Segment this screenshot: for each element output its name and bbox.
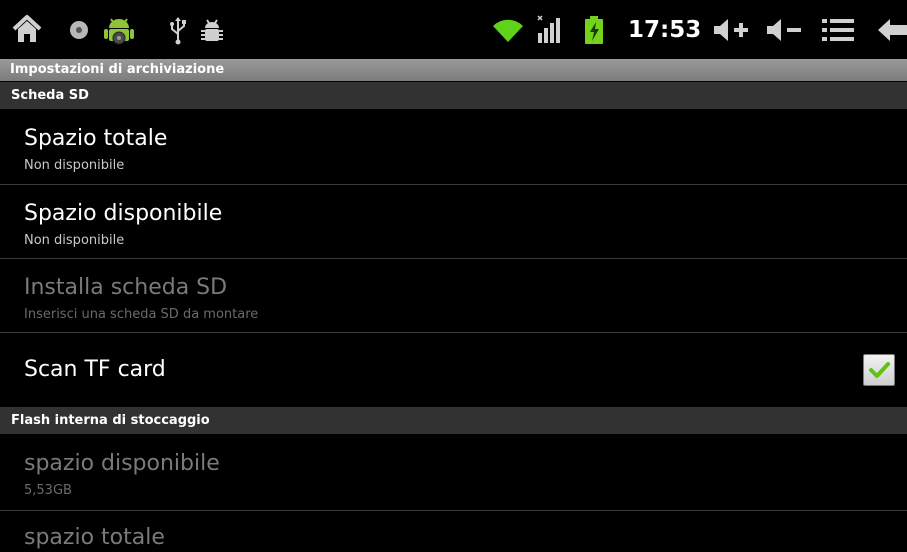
pref-item-title: Installa scheda SD [24,275,228,300]
volume-down-icon[interactable] [765,14,805,46]
home-icon[interactable] [10,14,44,46]
volume-up-icon[interactable] [712,14,752,46]
pref-item-summary: 5,53GB [24,483,72,498]
pref-item-summary: Inserisci una scheda SD da montare [24,307,259,322]
status-bar: 17:53 [0,0,907,59]
back-icon[interactable] [876,14,907,46]
pref-item-mount-sd[interactable]: Installa scheda SD Inserisci una scheda … [0,259,907,332]
wifi-icon [493,19,523,42]
menu-icon[interactable] [820,14,856,46]
storage-settings-screen: 17:53 Impostazioni di archiviazione Sche… [0,0,907,552]
scan-tf-card-checkbox[interactable] [863,354,895,386]
battery-charging-icon [585,16,603,44]
pref-item-available-space[interactable]: Spazio disponibile Non disponibile [0,185,907,258]
screen-title: Impostazioni di archiviazione [0,59,907,81]
pref-item-title: spazio disponibile [24,451,220,476]
category-header-sd: Scheda SD [0,82,907,109]
notification-dot-icon [70,21,88,39]
pref-item-flash-available[interactable]: spazio disponibile 5,53GB [0,435,907,510]
pref-item-summary: Non disponibile [24,158,125,173]
android-mascot-icon [104,18,134,45]
pref-item-scan-tf-card[interactable]: Scan TF card [0,333,907,407]
checkmark-icon [869,362,890,378]
category-header-flash: Flash interna di stoccaggio [0,407,907,434]
pref-item-flash-total[interactable]: spazio totale [0,511,907,552]
status-clock: 17:53 [628,17,702,43]
signal-icon [537,15,560,43]
pref-item-title: Scan TF card [24,357,166,382]
debug-bug-icon [201,19,223,41]
pref-item-title: Spazio disponibile [24,201,223,226]
pref-item-title: Spazio totale [24,126,168,151]
pref-item-total-space[interactable]: Spazio totale Non disponibile [0,110,907,184]
pref-item-title: spazio totale [24,525,165,550]
pref-item-summary: Non disponibile [24,233,125,248]
usb-icon [170,17,186,45]
